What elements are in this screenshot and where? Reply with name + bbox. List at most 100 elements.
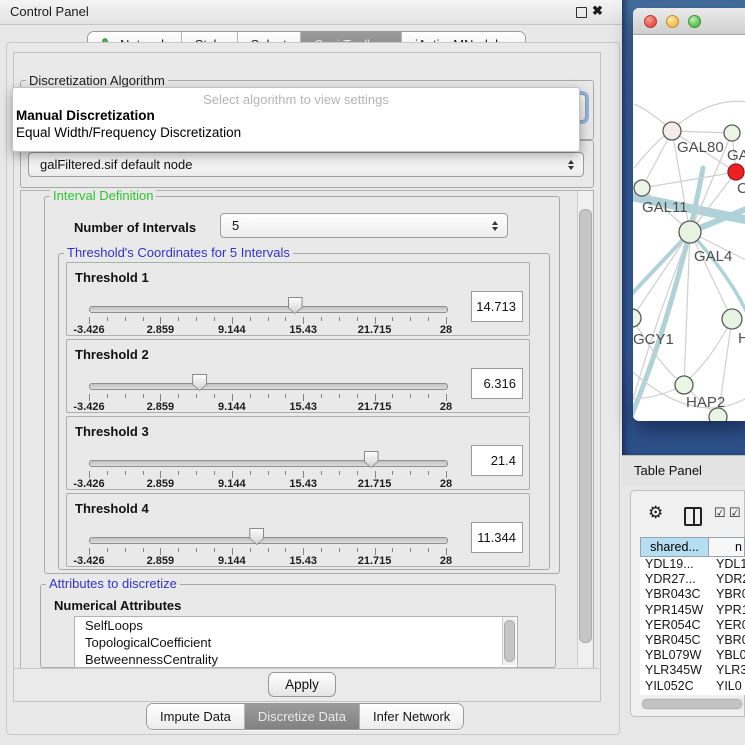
checkbox-icon[interactable]: ☑: [729, 505, 741, 521]
minimize-traffic-light-icon[interactable]: [666, 15, 679, 28]
apply-button[interactable]: Apply: [268, 672, 336, 697]
threshold-value-field[interactable]: 11.344: [471, 522, 523, 553]
node-label: GAL11: [642, 199, 688, 216]
num-intervals-label: Number of Intervals: [74, 220, 196, 235]
node-label: GAL80: [677, 139, 724, 156]
algorithm-group-title: Discretization Algorithm: [26, 74, 168, 88]
list-item[interactable]: TopologicalCoefficient: [75, 634, 517, 651]
tab-discretize-data-label: Discretize Data: [258, 709, 346, 724]
network-canvas[interactable]: GAL80GACGAL11GAL4GCY1HHAP2: [633, 34, 745, 421]
num-intervals-value: 5: [232, 218, 239, 233]
main-scrollbar[interactable]: [577, 191, 592, 666]
combo-stepper-icon: [492, 221, 498, 231]
tab-discretize-data[interactable]: Discretize Data: [245, 704, 360, 729]
attributes-group-title: Attributes to discretize: [46, 577, 180, 591]
table-cell: YBR045C: [640, 633, 712, 648]
network-node[interactable]: [634, 180, 650, 196]
threshold-panel: Threshold 1 -3.4262.8599.14415.4321.7152…: [66, 262, 530, 336]
table-body: YDL19...YDL1YDR27...YDR2YBR043CYBR0YPR14…: [640, 557, 745, 695]
num-intervals-combobox[interactable]: 5: [220, 213, 508, 238]
network-node[interactable]: [675, 376, 693, 394]
slider-ticks: -3.4262.8599.14415.4321.71528: [67, 340, 529, 412]
slider-ticks: -3.4262.8599.14415.4321.71528: [67, 494, 529, 566]
menu-item-equal-width-frequency[interactable]: Equal Width/Frequency Discretization: [16, 125, 576, 142]
interval-group-title: Interval Definition: [50, 189, 156, 203]
table-cell: YPR1: [712, 603, 745, 618]
node-label: GA: [727, 147, 745, 164]
threshold-panel: Threshold 4 -3.4262.8599.14415.4321.7152…: [66, 493, 530, 567]
gear-icon[interactable]: ⚙: [648, 503, 663, 523]
table-row[interactable]: YLR345WYLR3: [640, 663, 745, 678]
float-window-icon[interactable]: [576, 7, 587, 18]
threshold-value-field[interactable]: 21.4: [471, 445, 523, 476]
table-cell: YBL0: [712, 648, 745, 663]
menu-item-manual-discretization[interactable]: Manual Discretization: [16, 108, 576, 125]
table-cell: YLR3: [712, 663, 745, 678]
close-traffic-light-icon[interactable]: [644, 15, 657, 28]
table-row[interactable]: YDL19...YDL1: [640, 557, 745, 572]
table-row[interactable]: YIL052CYIL0: [640, 679, 745, 694]
network-node[interactable]: [679, 221, 701, 243]
tab-impute-data[interactable]: Impute Data: [147, 704, 245, 729]
column-header-shared[interactable]: shared...: [640, 537, 709, 557]
thresholds-group-title: Threshold's Coordinates for 5 Intervals: [64, 246, 293, 260]
node-label: GAL4: [694, 248, 732, 265]
threshold-panel: Threshold 3 -3.4262.8599.14415.4321.7152…: [66, 416, 530, 490]
control-panel-titlebar: Control Panel ✖: [0, 0, 622, 25]
table-row[interactable]: YDR27...YDR2: [640, 572, 745, 587]
network-window-titlebar[interactable]: [633, 8, 745, 35]
list-item[interactable]: SelfLoops: [75, 617, 517, 634]
network-node[interactable]: [709, 408, 727, 421]
node-label: C: [737, 180, 745, 197]
network-node[interactable]: [724, 125, 740, 141]
table-cell: YDR27...: [640, 572, 712, 587]
numerical-attributes-heading: Numerical Attributes: [54, 598, 181, 613]
table-horizontal-scrollbar-thumb[interactable]: [642, 699, 742, 709]
table-cell: YDL19...: [640, 557, 712, 572]
tab-infer-network-label: Infer Network: [373, 709, 450, 724]
checkbox-icon[interactable]: ☑: [714, 505, 726, 521]
table-row[interactable]: YPR145WYPR1: [640, 603, 745, 618]
network-node[interactable]: [722, 309, 742, 329]
table-cell: YDL1: [712, 557, 745, 572]
table-cell: YBL079W: [640, 648, 712, 663]
table-row[interactable]: YER054CYER0: [640, 618, 745, 633]
attribute-list: SelfLoopsTopologicalCoefficientBetweenne…: [74, 616, 518, 668]
table-row[interactable]: YBL079WYBL0: [640, 648, 745, 663]
list-item[interactable]: BetweennessCentrality: [75, 651, 517, 668]
slider-ticks: -3.4262.8599.14415.4321.71528: [67, 417, 529, 489]
table-cell: YER0: [712, 618, 745, 633]
column-header-n[interactable]: n: [708, 537, 745, 557]
table-data-value: galFiltered.sif default node: [40, 157, 192, 172]
zoom-traffic-light-icon[interactable]: [688, 15, 701, 28]
combo-stepper-icon: [568, 160, 574, 170]
threshold-value-field[interactable]: 14.713: [471, 291, 523, 322]
main-scrollbar-thumb[interactable]: [579, 209, 592, 643]
algorithm-hint: Select algorithm to view settings: [13, 92, 579, 107]
table-cell: YBR043C: [640, 587, 712, 602]
app-root: Control Panel ✖ NetworkStyleSelectCyni T…: [0, 0, 745, 745]
threshold-value-field[interactable]: 6.316: [471, 368, 523, 399]
node-label: H: [738, 330, 745, 347]
table-cell: YLR345W: [640, 663, 712, 678]
close-icon[interactable]: ✖: [592, 3, 603, 19]
table-panel-title: Table Panel: [634, 463, 702, 478]
control-panel-title: Control Panel: [10, 4, 89, 19]
tab-infer-network[interactable]: Infer Network: [360, 704, 463, 729]
attribute-list-scrollbar-thumb[interactable]: [504, 620, 515, 662]
network-node[interactable]: [663, 122, 681, 140]
network-node[interactable]: [633, 309, 641, 327]
bottom-tab-bar: Impute Data Discretize Data Infer Network: [146, 703, 464, 730]
table-horizontal-scrollbar[interactable]: [641, 698, 744, 710]
table-row[interactable]: YBR045CYBR0: [640, 633, 745, 648]
node-label: GCY1: [633, 331, 674, 348]
network-node[interactable]: [728, 164, 744, 180]
table-row[interactable]: YBR043CYBR0: [640, 587, 745, 602]
table-panel-titlebar: Table Panel: [622, 455, 745, 487]
table-cell: YIL052C: [640, 679, 712, 694]
attribute-list-scrollbar[interactable]: [502, 617, 516, 665]
column-layout-icon[interactable]: [684, 507, 702, 526]
table-data-combobox[interactable]: galFiltered.sif default node: [28, 152, 584, 177]
table-cell: YBR0: [712, 633, 745, 648]
threshold-panel: Threshold 2 -3.4262.8599.14415.4321.7152…: [66, 339, 530, 413]
